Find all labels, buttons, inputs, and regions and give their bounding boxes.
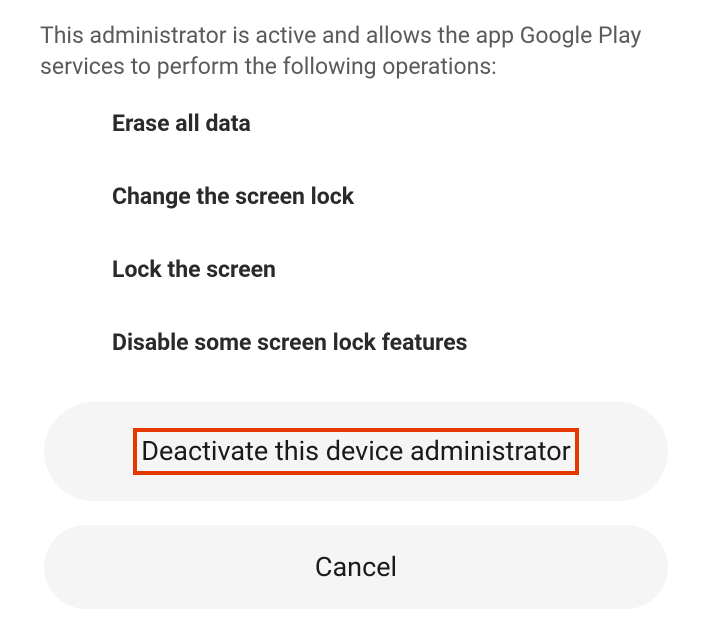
operations-list: Erase all data Change the screen lock Lo… [40, 110, 672, 356]
highlight-annotation: Deactivate this device administrator [133, 428, 579, 475]
operation-item: Erase all data [112, 110, 672, 137]
button-container: Deactivate this device administrator Can… [40, 402, 672, 609]
operation-item: Disable some screen lock features [112, 329, 672, 356]
deactivate-button[interactable]: Deactivate this device administrator [44, 402, 668, 501]
operation-item: Lock the screen [112, 256, 672, 283]
operation-item: Change the screen lock [112, 183, 672, 210]
cancel-label: Cancel [315, 551, 397, 583]
deactivate-label: Deactivate this device administrator [141, 435, 571, 467]
admin-description: This administrator is active and allows … [40, 20, 672, 82]
cancel-button[interactable]: Cancel [44, 525, 668, 609]
